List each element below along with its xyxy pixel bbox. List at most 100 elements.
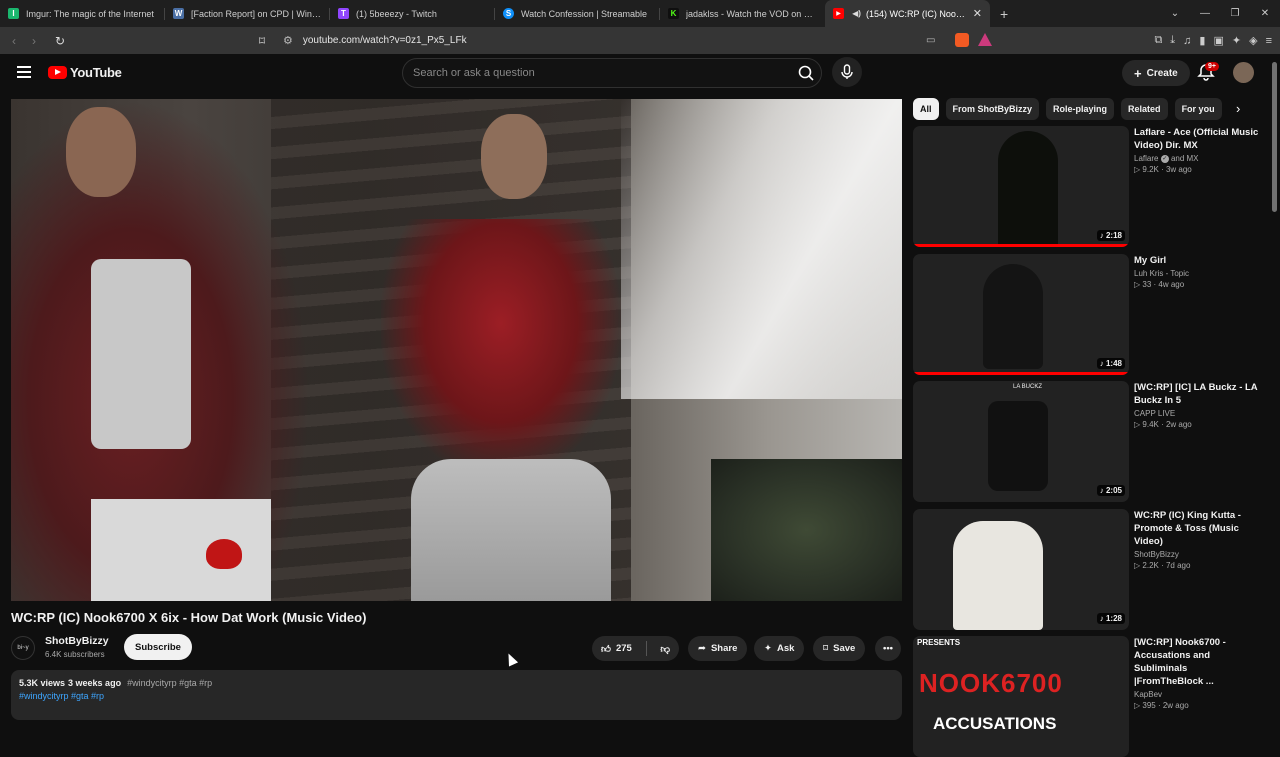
chip-all[interactable]: All [913, 98, 939, 120]
recommendation-item[interactable]: ♪ 2:18 Laflare - Ace (Official Music Vid… [913, 126, 1270, 247]
recommendation-channel[interactable]: Luh Kris - Topic [1134, 269, 1259, 278]
leo-ai-icon[interactable]: ✦ [1232, 34, 1241, 47]
description-hashtags[interactable]: #windycityrp #gta #rp [127, 678, 212, 688]
new-tab-button[interactable]: + [990, 6, 1018, 22]
download-icon[interactable]: ⤓ [1170, 34, 1175, 47]
back-icon[interactable]: ‹ [4, 34, 24, 48]
wallet-icon[interactable]: ▣ [1213, 34, 1223, 47]
share-button[interactable]: ➦ Share [688, 636, 748, 661]
extensions-icon[interactable]: ⧉ [1154, 34, 1162, 47]
chip-from-channel[interactable]: From ShotByBizzy [945, 98, 1040, 120]
like-button[interactable]: 👍︎ 275 [592, 636, 641, 661]
brave-shields-icon[interactable] [955, 33, 969, 47]
vpn-icon[interactable]: ◈ [1249, 34, 1257, 47]
browser-tab-kick[interactable]: Kjadaklss - Watch the VOD on Kick [660, 0, 825, 27]
duration-badge: ♪ 2:18 [1096, 230, 1125, 241]
share-icon: ➦ [698, 643, 706, 654]
account-avatar[interactable] [1233, 62, 1254, 83]
music-note-icon: ♪ [1099, 486, 1104, 495]
video-player[interactable] [11, 99, 902, 601]
sparkle-icon: ✦ [764, 643, 772, 654]
browser-tab-twitch[interactable]: T (1) 5beeezy - Twitch [330, 0, 495, 27]
browser-tab-streamable[interactable]: S Watch Confession | Streamable [495, 0, 660, 27]
tab-title: Watch Confession | Streamable [521, 8, 648, 19]
chip-for-you[interactable]: For you [1174, 98, 1222, 120]
media-icon[interactable]: ♫ [1183, 35, 1191, 47]
hamburger-menu-icon[interactable] [17, 66, 31, 78]
recommendation-title[interactable]: My Girl [1134, 254, 1259, 267]
video-thumbnail[interactable]: LA BUCKZ ♪ 2:05 [913, 381, 1129, 502]
video-thumbnail[interactable]: PRESENTS NOOK6700 ACCUSATIONS [913, 636, 1129, 757]
youtube-play-logo-icon [48, 66, 67, 79]
recommendation-stats: ▷ 9.4K · 2w ago [1134, 420, 1192, 429]
thumbnail-caption: NOOK6700 [919, 668, 1063, 698]
cast-icon[interactable]: ▭ [926, 35, 935, 46]
extensions-area: ⧉ ⤓ ♫ ▮ ▣ ✦ ◈ ≡ [1154, 27, 1272, 54]
video-thumbnail[interactable]: ♪ 1:28 [913, 509, 1129, 630]
maximize-icon[interactable]: ❐ [1220, 8, 1250, 19]
create-button[interactable]: + Create [1122, 60, 1190, 86]
browser-menu-icon[interactable]: ≡ [1266, 35, 1272, 47]
duration-badge: ♪ 1:28 [1096, 613, 1125, 624]
imgur-favicon-icon: I [8, 8, 19, 19]
close-tab-icon[interactable]: ✕ [973, 7, 982, 20]
speaker-icon[interactable]: ◀) [851, 8, 862, 19]
window-controls: ⌄ — ❐ ✕ [1160, 0, 1280, 27]
tab-title: Imgur: The magic of the Internet [26, 8, 154, 19]
recommendation-item[interactable]: ♪ 1:48 My Girl Luh Kris - Topic ▷ 33 · 4… [913, 254, 1270, 375]
recommendation-channel[interactable]: ShotByBizzy [1134, 550, 1259, 559]
tab-search-icon[interactable]: ⌄ [1160, 8, 1190, 19]
dislike-button[interactable]: 👎︎ [651, 636, 679, 661]
search-box[interactable] [402, 58, 822, 88]
recommendation-stats: ▷ 33 · 4w ago [1134, 280, 1185, 289]
close-window-icon[interactable]: ✕ [1250, 8, 1280, 19]
voice-search-button[interactable] [832, 57, 862, 87]
recommendation-item[interactable]: PRESENTS NOOK6700 ACCUSATIONS [WC:RP] No… [913, 636, 1270, 757]
plus-icon: + [1134, 65, 1142, 81]
chip-role-playing[interactable]: Role-playing [1046, 98, 1115, 120]
recommendation-title[interactable]: WC:RP (IC) King Kutta - Promote & Toss (… [1134, 509, 1259, 548]
sidebar-icon[interactable]: ▮ [1199, 34, 1205, 47]
bookmark-icon[interactable]: ⌑ [252, 34, 272, 48]
video-thumbnail[interactable]: ♪ 2:18 [913, 126, 1129, 247]
save-button[interactable]: ⌑ Save [813, 636, 866, 661]
recommendation-channel[interactable]: KapBev [1134, 690, 1259, 699]
upload-date: 3 weeks ago [68, 678, 122, 688]
browser-tab-youtube[interactable]: ▶ ◀) (154) WC:RP (IC) Nook6700 X ✕ [825, 0, 990, 27]
channel-avatar[interactable]: bi~y [11, 636, 35, 660]
recommendation-item[interactable]: LA BUCKZ ♪ 2:05 [WC:RP] [IC] LA Buckz - L… [913, 381, 1270, 502]
minimize-icon[interactable]: — [1190, 8, 1220, 19]
like-dislike-group: 👍︎ 275 👎︎ [592, 636, 679, 661]
video-thumbnail[interactable]: ♪ 1:48 [913, 254, 1129, 375]
recommendation-title[interactable]: [WC:RP] [IC] LA Buckz - LA Buckz In 5 [1134, 381, 1259, 407]
verified-icon: ✓ [1160, 154, 1169, 163]
url-bar[interactable]: ⚙ youtube.com/watch?v=0z1_Px5_LFk ▭ [283, 30, 1033, 51]
chips-next-icon[interactable]: › [1236, 101, 1240, 116]
recommendation-channel[interactable]: CAPP LIVE [1134, 409, 1259, 418]
brave-rewards-icon[interactable] [978, 33, 992, 46]
mouse-cursor [503, 651, 519, 667]
recommendation-title[interactable]: [WC:RP] Nook6700 - Accusations and Subli… [1134, 636, 1259, 688]
page-scrollbar[interactable] [1272, 62, 1277, 212]
browser-tab-imgur[interactable]: I Imgur: The magic of the Internet [0, 0, 165, 27]
site-info-icon[interactable]: ⚙ [283, 34, 293, 47]
channel-name[interactable]: ShotByBizzy [45, 635, 109, 647]
recommendation-item[interactable]: ♪ 1:28 WC:RP (IC) King Kutta - Promote &… [913, 509, 1270, 630]
ask-button[interactable]: ✦ Ask [754, 636, 805, 661]
hashtag-links[interactable]: #windycityrp #gta #rp [19, 691, 894, 701]
youtube-favicon-icon: ▶ [833, 8, 844, 19]
twitch-favicon-icon: T [338, 8, 349, 19]
youtube-logo[interactable]: YouTube [48, 65, 122, 80]
chip-related[interactable]: Related [1121, 98, 1168, 120]
view-count: 5.3K views [19, 678, 66, 688]
description-box[interactable]: 5.3K views 3 weeks ago #windycityrp #gta #… [11, 670, 902, 720]
recommendation-title[interactable]: Laflare - Ace (Official Music Video) Dir… [1134, 126, 1259, 152]
search-icon[interactable] [795, 62, 817, 84]
more-actions-button[interactable]: ••• [875, 636, 901, 661]
streamable-favicon-icon: S [503, 8, 514, 19]
reload-icon[interactable]: ↻ [50, 34, 70, 48]
search-input[interactable] [413, 67, 821, 79]
forward-icon[interactable]: › [24, 34, 44, 48]
browser-tab-windycity[interactable]: W [Faction Report] on CPD | Windy City [165, 0, 330, 27]
subscribe-button[interactable]: Subscribe [124, 634, 192, 660]
